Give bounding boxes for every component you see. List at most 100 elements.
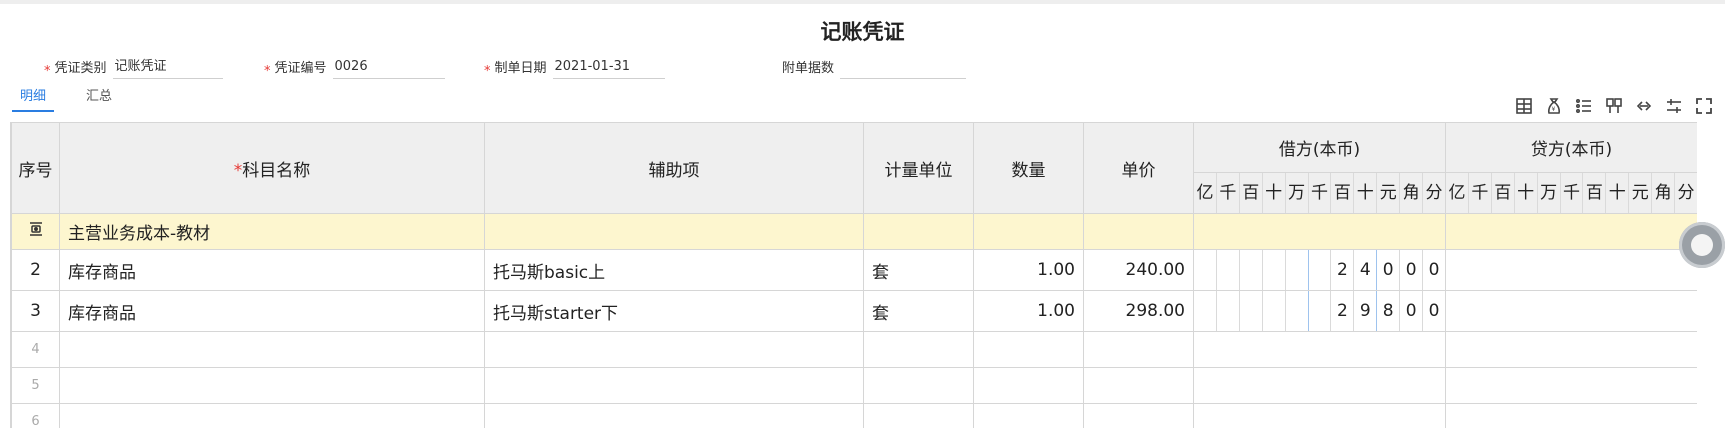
fullscreen-icon[interactable]	[1693, 95, 1715, 117]
col-credit-header: 贷方(本币)	[1445, 122, 1697, 173]
tab-detail[interactable]: 明细	[12, 86, 55, 112]
row-qty-cell[interactable]	[973, 213, 1084, 250]
row-seq-cell[interactable]: 6	[11, 403, 60, 428]
row-qty-cell[interactable]	[973, 403, 1084, 428]
col-price-header: 单价	[1083, 122, 1194, 214]
debit-digit: 0	[1400, 291, 1424, 331]
row-credit-cell[interactable]	[1445, 331, 1697, 368]
adjust-icon[interactable]	[1663, 95, 1685, 117]
row-seq-cell[interactable]: 3	[11, 290, 60, 332]
row-qty-cell[interactable]: 1.00	[973, 249, 1084, 291]
row-assist-cell[interactable]: 托马斯starter下	[484, 290, 864, 332]
row-credit-cell[interactable]	[1445, 290, 1697, 332]
digit-label: 百	[1240, 173, 1263, 213]
row-seq-cell[interactable]: 4	[11, 331, 60, 368]
row-unit-cell[interactable]: 套	[863, 290, 974, 332]
digit-label: 角	[1652, 173, 1676, 213]
row-assist-cell[interactable]	[484, 213, 864, 250]
row-qty-cell[interactable]	[973, 331, 1084, 368]
row-price-cell[interactable]	[1083, 331, 1194, 368]
table-row[interactable]: 2 库存商品 托马斯basic上套 1.00 240.00 2 4 0 0 0	[11, 249, 1697, 291]
digit-label: 十	[1263, 173, 1286, 213]
col-account-label: 科目名称	[242, 160, 311, 181]
debit-digit: 0	[1400, 250, 1424, 290]
row-credit-cell[interactable]	[1445, 213, 1697, 250]
row-unit-cell[interactable]	[863, 367, 974, 404]
required-mark: *	[233, 160, 243, 181]
row-credit-cell[interactable]	[1445, 403, 1697, 428]
row-credit-cell[interactable]	[1445, 249, 1697, 291]
row-debit-cell[interactable]: 29800	[1193, 290, 1446, 332]
row-price-cell[interactable]: 298.00	[1083, 290, 1194, 332]
row-unit-cell[interactable]: 套	[863, 249, 974, 291]
debit-digit: 0	[1428, 260, 1440, 280]
row-debit-cell[interactable]	[1193, 213, 1446, 250]
debit-digit	[1309, 250, 1332, 290]
row-account-cell[interactable]: 库存商品	[59, 290, 485, 332]
row-assist-cell[interactable]: 托马斯basic上	[484, 249, 864, 291]
row-unit-cell[interactable]	[863, 331, 974, 368]
row-unit-cell[interactable]	[863, 213, 974, 250]
row-qty-cell[interactable]: 1.00	[973, 290, 1084, 332]
row-debit-cell[interactable]	[1193, 331, 1446, 368]
row-account-cell[interactable]	[59, 403, 485, 428]
list-settings-icon[interactable]	[1573, 95, 1595, 117]
voucher-date-field[interactable]: * 制单日期 2021-01-31	[484, 55, 665, 79]
table-row[interactable]: 6	[11, 403, 1697, 428]
row-price-cell[interactable]	[1083, 403, 1194, 428]
row-assist-cell[interactable]	[484, 403, 864, 428]
row-debit-cell[interactable]: 24000	[1193, 249, 1446, 291]
row-price-cell[interactable]	[1083, 367, 1194, 404]
table-row[interactable]: 主营业务成本-教材	[11, 213, 1697, 250]
row-seq-cell[interactable]	[11, 213, 60, 250]
row-assist-cell[interactable]	[484, 367, 864, 404]
row-credit-cell[interactable]	[1445, 367, 1697, 404]
required-mark: *	[484, 64, 491, 79]
scroll-handle[interactable]	[1679, 222, 1725, 268]
row-account-cell[interactable]: 主营业务成本-教材	[59, 213, 485, 250]
row-unit-cell[interactable]	[863, 403, 974, 428]
table-insert-icon[interactable]	[1513, 95, 1535, 117]
voucher-type-value[interactable]: 记账凭证	[112, 56, 223, 79]
tab-summary[interactable]: 汇总	[78, 86, 120, 110]
digit-label: 角	[1400, 173, 1424, 213]
attachments-field[interactable]: 附单据数	[782, 55, 967, 79]
debit-digit: 0	[1428, 301, 1440, 321]
table-row[interactable]: 4	[11, 331, 1697, 368]
voucher-type-field[interactable]: * 凭证类别 记账凭证	[44, 55, 223, 79]
debit-digit	[1195, 250, 1217, 290]
summary-row-icon[interactable]	[28, 221, 44, 237]
debit-digit	[1286, 291, 1309, 331]
voucher-number-value[interactable]: 0026	[332, 56, 445, 79]
row-seq-cell[interactable]: 2	[11, 249, 60, 291]
row-seq-cell[interactable]: 5	[11, 367, 60, 404]
col-seq-header: 序号	[11, 122, 60, 214]
row-account-cell[interactable]: 库存商品	[59, 249, 485, 291]
attachments-label: 附单据数	[782, 61, 835, 76]
row-account-cell[interactable]	[59, 367, 485, 404]
debit-digit	[1195, 291, 1217, 331]
debit-digit: 2	[1331, 250, 1355, 290]
table-row[interactable]: 5	[11, 367, 1697, 404]
row-account-cell[interactable]	[59, 331, 485, 368]
voucher-number-field[interactable]: * 凭证编号 0026	[264, 55, 445, 79]
money-bag-icon[interactable]: ¥	[1543, 95, 1565, 117]
link-icon[interactable]	[1633, 95, 1655, 117]
row-price-cell[interactable]	[1083, 213, 1194, 250]
columns-icon[interactable]	[1603, 95, 1625, 117]
row-price-cell[interactable]: 240.00	[1083, 249, 1194, 291]
page-title: 记账凭证	[820, 20, 905, 44]
row-qty-cell[interactable]	[973, 367, 1084, 404]
digit-label: 百	[1331, 173, 1355, 213]
digit-label: 分	[1677, 183, 1695, 203]
row-debit-cell[interactable]	[1193, 403, 1446, 428]
table-row[interactable]: 3 库存商品 托马斯starter下套 1.00 298.00 2 9 8 0 0	[11, 290, 1697, 332]
voucher-type-label: 凭证类别	[54, 61, 107, 76]
voucher-date-value[interactable]: 2021-01-31	[552, 56, 665, 79]
debit-digit-header: 亿千百十万千百十元角分	[1193, 172, 1446, 214]
row-assist-cell[interactable]	[484, 331, 864, 368]
attachments-value[interactable]	[840, 56, 967, 79]
row-debit-cell[interactable]	[1193, 367, 1446, 404]
digit-label: 千	[1561, 173, 1584, 213]
digit-label: 百	[1583, 173, 1607, 213]
